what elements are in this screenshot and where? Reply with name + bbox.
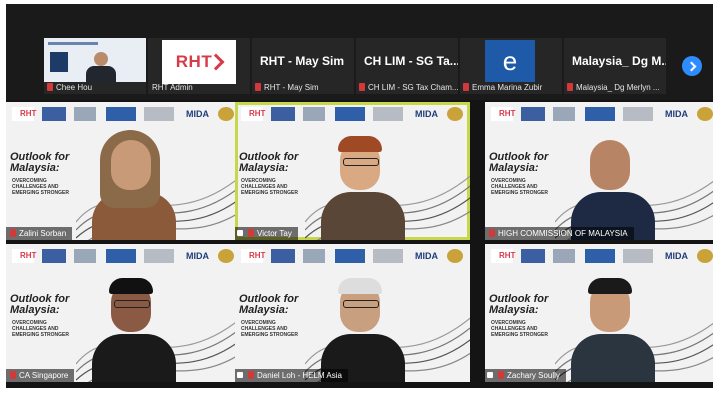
participant-caption: Emma Marina Zubir	[472, 83, 543, 92]
pin-icon	[237, 230, 243, 236]
zoom-meeting-window: Chee Hou RHT RHT Admin RHT - May Sim RHT…	[6, 4, 713, 388]
participant-thumbnail-ch-lim[interactable]: CH LIM - SG Ta... CH LIM - SG Tax Cham..…	[356, 38, 458, 94]
participant-caption: RHT - May Sim	[264, 83, 319, 92]
participant-video	[78, 272, 188, 382]
participant-caption: Malaysia_ Dg Merlyn ...	[576, 83, 660, 92]
sponsor-logos: RHT MIDA	[237, 107, 467, 125]
mic-muted-icon	[255, 83, 261, 91]
participant-caption: Chee Hou	[56, 83, 93, 92]
participant-name-tag: CA Singapore	[6, 369, 75, 382]
sponsor-logos: RHT MIDA	[8, 107, 238, 125]
participant-name: RHT - May Sim	[260, 54, 345, 68]
video-tile[interactable]: RHT MIDA Outlook for Malaysia: OVERCOMIN…	[485, 102, 713, 240]
slide-title: Outlook for Malaysia:	[10, 151, 70, 174]
sponsor-logos: RHT MIDA	[237, 249, 467, 267]
participant-caption: RHT Admin	[152, 83, 193, 92]
chevron-right-icon	[686, 61, 696, 71]
video-tile[interactable]: RHT MIDA Outlook for Malaysia: OVERCOMIN…	[485, 244, 713, 382]
video-tile[interactable]: RHT MIDA Outlook for Malaysia: OVERCOMIN…	[235, 102, 470, 240]
participant-thumbnail-rht-admin[interactable]: RHT RHT Admin	[148, 38, 250, 94]
participant-thumbnail-may-sim[interactable]: RHT - May Sim RHT - May Sim	[252, 38, 354, 94]
participant-video	[557, 130, 667, 240]
participant-name: CH LIM - SG Ta...	[364, 54, 458, 68]
slide-subtitle: OVERCOMING CHALLENGES AND EMERGING STRON…	[491, 320, 548, 338]
video-tile[interactable]: RHT MIDA Outlook for Malaysia: OVERCOMIN…	[235, 244, 470, 382]
sponsor-logos: RHT MIDA	[8, 249, 238, 267]
slide-subtitle: OVERCOMING CHALLENGES AND EMERGING STRON…	[241, 178, 298, 196]
sponsor-logos: RHT MIDA	[487, 107, 713, 125]
participant-video	[44, 38, 146, 82]
slide-title: Outlook for Malaysia:	[489, 293, 549, 316]
slide-subtitle: OVERCOMING CHALLENGES AND EMERGING STRON…	[241, 320, 298, 338]
participant-thumbnail-emma[interactable]: e Emma Marina Zubir	[460, 38, 562, 94]
participant-video	[307, 130, 417, 240]
participant-name-tag: Zachary Soully	[485, 369, 566, 382]
participant-thumbnail-chee-hou[interactable]: Chee Hou	[44, 38, 146, 94]
participant-caption: CH LIM - SG Tax Cham...	[368, 83, 458, 92]
mic-muted-icon	[567, 83, 573, 91]
mic-muted-icon	[47, 83, 53, 91]
participant-name-tag: Victor Tay	[235, 227, 298, 240]
participant-video	[307, 272, 417, 382]
mic-muted-icon	[489, 229, 495, 237]
slide-subtitle: OVERCOMING CHALLENGES AND EMERGING STRON…	[12, 178, 69, 196]
participant-name: Malaysia_ Dg M...	[572, 54, 666, 68]
slide-title: Outlook for Malaysia:	[239, 293, 299, 316]
sponsor-logos: RHT MIDA	[487, 249, 713, 267]
mic-muted-icon	[498, 371, 504, 379]
pin-icon	[487, 372, 493, 378]
participant-video	[557, 272, 667, 382]
slide-title: Outlook for Malaysia:	[10, 293, 70, 316]
participant-video	[78, 130, 188, 240]
mic-muted-icon	[248, 371, 254, 379]
pin-icon	[237, 372, 243, 378]
rht-logo: RHT	[162, 40, 236, 84]
video-tile[interactable]: RHT MIDA Outlook for Malaysia: OVERCOMIN…	[6, 244, 241, 382]
mic-muted-icon	[10, 371, 16, 379]
mic-muted-icon	[463, 83, 469, 91]
next-page-button[interactable]	[682, 56, 702, 76]
slide-subtitle: OVERCOMING CHALLENGES AND EMERGING STRON…	[491, 178, 548, 196]
mic-muted-icon	[10, 229, 16, 237]
slide-subtitle: OVERCOMING CHALLENGES AND EMERGING STRON…	[12, 320, 69, 338]
participant-name-tag: Daniel Loh - HELM Asia	[235, 369, 348, 382]
video-tile[interactable]: RHT MIDA Outlook for Malaysia: OVERCOMIN…	[6, 102, 241, 240]
mic-muted-icon	[248, 229, 254, 237]
participant-name-tag: HIGH COMMISSION OF MALAYSIA	[485, 227, 634, 240]
slide-title: Outlook for Malaysia:	[489, 151, 549, 174]
participant-thumbnail-malaysia[interactable]: Malaysia_ Dg M... Malaysia_ Dg Merlyn ..…	[564, 38, 666, 94]
participant-strip: Chee Hou RHT RHT Admin RHT - May Sim RHT…	[6, 4, 713, 100]
mic-muted-icon	[359, 83, 365, 91]
slide-title: Outlook for Malaysia:	[239, 151, 299, 174]
participant-name-tag: Zalini Sorban	[6, 227, 73, 240]
avatar: e	[485, 40, 535, 82]
